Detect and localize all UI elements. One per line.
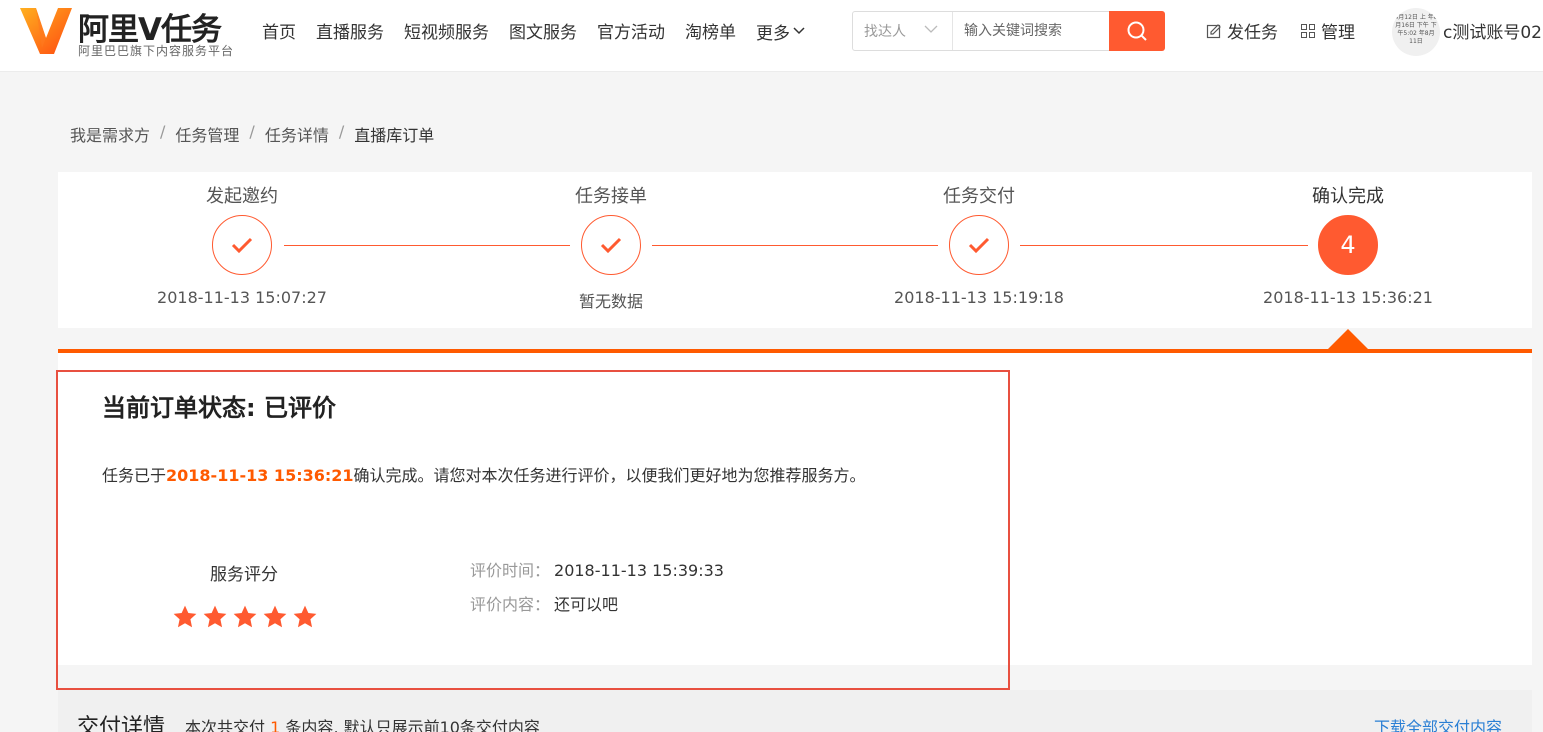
review-content-label: 评价内容： (470, 595, 551, 614)
publish-task-label: 发任务 (1227, 23, 1278, 43)
review-content-value: 还可以吧 (554, 595, 619, 614)
edit-icon (1206, 23, 1221, 38)
review-time-label: 评价时间： (470, 561, 551, 580)
publish-task-button[interactable]: 发任务 (1206, 18, 1278, 43)
search-type-value: 找达人 (864, 24, 906, 40)
review-time-row: 评价时间： 2018-11-13 15:39:33 (470, 557, 724, 581)
step-done-circle (212, 215, 272, 275)
search-type-select[interactable]: 找达人 (853, 12, 953, 50)
order-status-description: 任务已于2018-11-13 15:36:21确认完成。请您对本次任务进行评价，… (102, 462, 866, 486)
manage-button[interactable]: 管理 (1300, 18, 1355, 43)
delivery-description: 本次共交付 1 条内容, 默认只展示前10条交付内容 (185, 714, 540, 732)
step-done-circle (581, 215, 641, 275)
download-all-link[interactable]: 下载全部交付内容 (1374, 714, 1502, 732)
nav-item-live[interactable]: 直播服务 (316, 18, 384, 44)
step-connector (1020, 245, 1308, 246)
breadcrumb-item-current: 直播库订单 (354, 126, 435, 145)
chevron-down-icon (793, 27, 805, 35)
delivery-count: 1 (270, 718, 281, 732)
step-label: 发起邀约 (206, 186, 278, 207)
rating-label: 服务评分 (210, 565, 278, 585)
star-icon (173, 605, 197, 628)
main-nav: 首页 直播服务 短视频服务 图文服务 官方活动 淘榜单 更多 (262, 18, 825, 44)
search-bar: 找达人 (852, 11, 1165, 51)
chevron-down-icon (924, 25, 938, 33)
delivery-title: 交付详情 (77, 715, 166, 732)
nav-more-label: 更多 (756, 23, 790, 44)
rating-stars (172, 604, 322, 630)
breadcrumb-item-requester[interactable]: 我是需求方 (70, 122, 150, 146)
step-time: 2018-11-13 15:19:18 (894, 288, 1064, 307)
delivery-desc-suffix: 条内容, 默认只展示前10条交付内容 (285, 718, 540, 732)
check-icon (968, 237, 990, 254)
check-icon (600, 237, 622, 254)
review-content-row: 评价内容： 还可以吧 (470, 591, 618, 615)
order-status-title: 当前订单状态: 已评价 (102, 394, 336, 422)
grid-icon (1301, 23, 1315, 38)
step-time: 暂无数据 (578, 292, 643, 311)
nav-item-graphic[interactable]: 图文服务 (509, 18, 577, 44)
step-time: 2018-11-13 15:07:27 (157, 288, 327, 307)
desc-prefix: 任务已于 (102, 466, 167, 485)
desc-suffix: 确认完成。请您对本次任务进行评价，以便我们更好地为您推荐服务方。 (353, 466, 866, 485)
logo-v-icon (20, 8, 72, 54)
breadcrumb-item-task-manage[interactable]: 任务管理 (175, 122, 239, 146)
confirm-time: 2018-11-13 15:36:21 (166, 466, 354, 485)
breadcrumb-separator: / (338, 122, 345, 141)
star-icon (203, 605, 227, 628)
step-label: 任务接单 (575, 186, 647, 207)
step-label: 确认完成 (1312, 186, 1384, 207)
nav-item-official[interactable]: 官方活动 (597, 18, 665, 44)
step-connector (284, 245, 570, 246)
progress-steps: 发起邀约 2018-11-13 15:07:27 任务接单 暂无数据 任务交付 … (58, 172, 1532, 328)
star-icon (293, 605, 317, 628)
breadcrumb-separator: / (160, 122, 166, 141)
username[interactable]: c测试账号02 (1443, 18, 1542, 43)
step-connector (652, 245, 938, 246)
logo[interactable]: 阿里V任务 阿里巴巴旗下内容服务平台 (18, 4, 248, 64)
step-time: 2018-11-13 15:36:21 (1263, 288, 1433, 307)
nav-item-more[interactable]: 更多 (756, 18, 805, 44)
step-active-circle: 4 (1318, 215, 1378, 275)
star-icon (233, 605, 257, 628)
search-icon (1127, 21, 1147, 41)
nav-item-short-video[interactable]: 短视频服务 (404, 18, 489, 44)
search-button[interactable] (1109, 11, 1165, 51)
manage-label: 管理 (1321, 23, 1355, 43)
step-label: 任务交付 (943, 186, 1015, 207)
top-header: 阿里V任务 阿里巴巴旗下内容服务平台 首页 直播服务 短视频服务 图文服务 官方… (0, 0, 1543, 72)
delivery-desc-prefix: 本次共交付 (185, 718, 266, 732)
nav-item-home[interactable]: 首页 (262, 18, 296, 44)
avatar[interactable]: 4月12日 上 年8月16日 下午 下午5:02 年8月11日 (1392, 8, 1440, 56)
star-icon (263, 605, 287, 628)
check-icon (231, 237, 253, 254)
step-done-circle (949, 215, 1009, 275)
breadcrumb-item-task-detail[interactable]: 任务详情 (265, 122, 329, 146)
nav-item-rankings[interactable]: 淘榜单 (685, 18, 736, 44)
brand-subtitle: 阿里巴巴旗下内容服务平台 (78, 44, 235, 58)
search-input[interactable] (954, 12, 1110, 50)
review-time-value: 2018-11-13 15:39:33 (554, 561, 724, 580)
breadcrumb-separator: / (249, 122, 255, 141)
breadcrumb: 我是需求方 / 任务管理 / 任务详情 / 直播库订单 (70, 122, 434, 146)
active-step-pointer (1328, 329, 1368, 349)
